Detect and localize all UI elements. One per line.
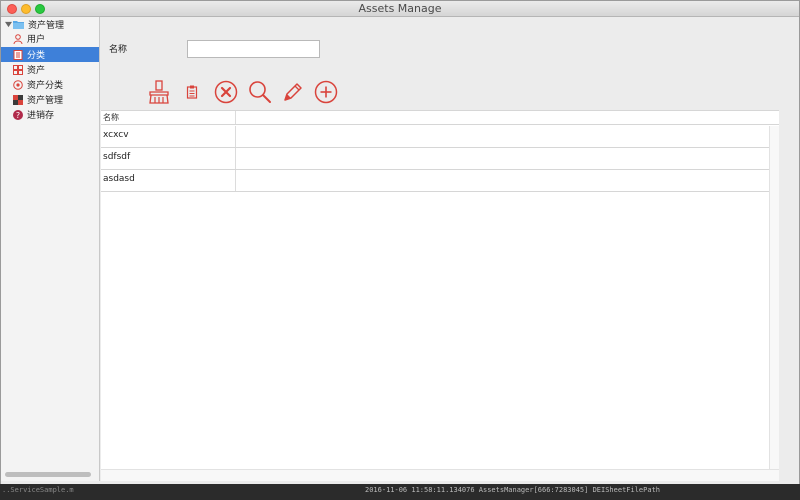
- table-cell-name: asdasd: [103, 174, 135, 184]
- category-table[interactable]: 名称 xcxcv sdfsdf asdasd: [101, 110, 779, 481]
- folder-icon: [13, 20, 24, 30]
- disclosure-triangle-icon[interactable]: [5, 21, 12, 28]
- category-icon: [13, 79, 23, 90]
- search-icon: [249, 81, 271, 103]
- table-cell-name: sdfsdf: [103, 152, 131, 162]
- sidebar-item-label: 分类: [27, 51, 46, 61]
- delete-circle-x-icon: [214, 80, 238, 104]
- name-label: 名称: [109, 45, 128, 55]
- app-window: Assets Manage 资产管理 用户 分类 资产 资产分类 资产管理 ? …: [0, 0, 800, 496]
- grid-icon: [13, 64, 23, 75]
- table-row[interactable]: asdasd: [101, 170, 769, 192]
- search-button[interactable]: [247, 78, 273, 106]
- svg-text:?: ?: [16, 111, 20, 120]
- sidebar-item-assets[interactable]: 资产: [1, 62, 99, 77]
- column-divider: [235, 170, 236, 191]
- column-header-name[interactable]: 名称: [103, 112, 119, 123]
- sidebar-item-asset-management[interactable]: 资产管理: [1, 92, 99, 107]
- table-row[interactable]: xcxcv: [101, 126, 769, 148]
- clear-broom-icon: [149, 80, 169, 104]
- sidebar-item-label: 资产: [27, 66, 46, 76]
- sidebar-item-asset-management-root[interactable]: 资产管理: [1, 17, 99, 32]
- clipboard-button[interactable]: [185, 78, 199, 106]
- table-header: 名称: [101, 111, 779, 125]
- edit-pencil-icon: [284, 83, 302, 101]
- table-vertical-scrollbar[interactable]: [769, 126, 779, 471]
- background-log-right: 2016-11-06 11:58:11.134076 AssetsManager…: [365, 486, 661, 494]
- question-icon: ?: [13, 109, 23, 120]
- edit-button[interactable]: [281, 78, 305, 106]
- add-circle-plus-icon: [314, 80, 338, 104]
- clear-button[interactable]: [147, 78, 171, 106]
- sidebar-item-label: 用户: [27, 35, 46, 45]
- clipboard-icon: [186, 85, 198, 99]
- title-bar[interactable]: Assets Manage: [1, 1, 799, 17]
- add-button[interactable]: [313, 78, 339, 106]
- table-row[interactable]: sdfsdf: [101, 148, 769, 170]
- sidebar-item-label: 资产管理: [27, 96, 64, 106]
- sidebar-item-users[interactable]: 用户: [1, 31, 99, 46]
- sidebar-item-label: 进销存: [27, 111, 55, 121]
- sidebar-item-categories[interactable]: 分类: [1, 47, 99, 62]
- window-title: Assets Manage: [358, 2, 442, 15]
- sidebar-horizontal-scrollbar[interactable]: [5, 472, 91, 477]
- column-divider: [235, 148, 236, 169]
- list-icon: [13, 49, 23, 60]
- sidebar-item-inventory[interactable]: ? 进销存: [1, 107, 99, 122]
- table-horizontal-scrollbar[interactable]: [101, 469, 779, 481]
- sidebar-item-asset-categories[interactable]: 资产分类: [1, 77, 99, 92]
- delete-button[interactable]: [213, 78, 239, 106]
- table-cell-name: xcxcv: [103, 130, 129, 140]
- sidebar-item-label: 资产管理: [28, 21, 65, 31]
- column-divider: [235, 126, 236, 147]
- puzzle-icon: [13, 94, 23, 105]
- user-icon: [13, 33, 23, 44]
- background-log-left: ..ServiceSample.m: [2, 486, 74, 494]
- sidebar-item-label: 资产分类: [27, 81, 64, 91]
- sidebar: 资产管理 用户 分类 资产 资产分类 资产管理 ? 进销存: [1, 17, 100, 481]
- main-content: 名称 名称 xcxcv sdfsdf asdasd: [101, 17, 799, 481]
- column-divider[interactable]: [235, 111, 236, 124]
- name-input[interactable]: [187, 40, 320, 58]
